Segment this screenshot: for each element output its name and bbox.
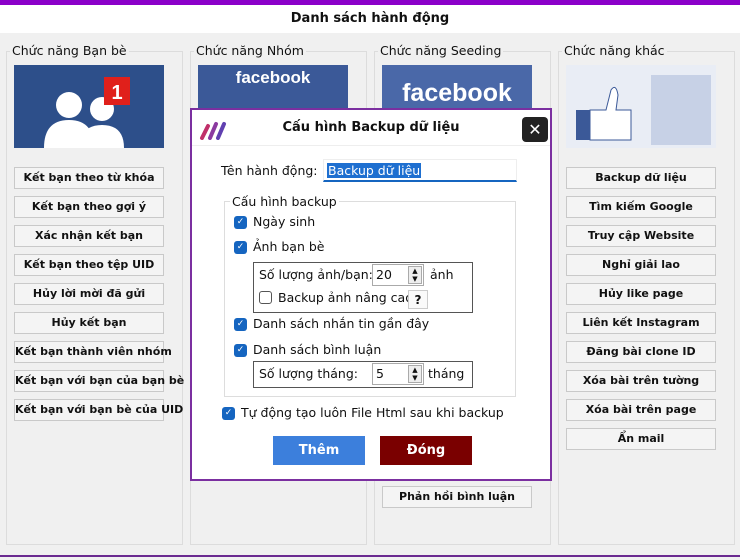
action-button[interactable]: Xóa bài trên page [566, 399, 716, 421]
action-button[interactable]: Kết bạn theo tệp UID [14, 254, 164, 276]
action-button[interactable]: Tìm kiếm Google [566, 196, 716, 218]
group-label: Cấu hình backup [230, 194, 339, 209]
auto-html-label: Tự động tạo luôn File Html sau khi backu… [241, 405, 504, 420]
action-button[interactable]: Xóa bài trên tường [566, 370, 716, 392]
photos-unit-label: ảnh [430, 267, 454, 282]
action-button[interactable]: Kết bạn theo gợi ý [14, 196, 164, 218]
photos-count-label: Số lượng ảnh/bạn: [259, 267, 373, 282]
comments-checkbox[interactable]: ✓ [234, 344, 247, 357]
facebook-logo: facebook [235, 68, 311, 87]
messages-label: Danh sách nhắn tin gần đây [253, 316, 430, 331]
auto-html-checkbox[interactable]: ✓ [222, 407, 235, 420]
comments-label: Danh sách bình luận [253, 342, 382, 357]
group-label: Chức năng khác [562, 43, 667, 58]
photos-count-stepper[interactable]: 20 ▲ ▼ [372, 264, 424, 286]
months-label: Số lượng tháng: [259, 366, 358, 381]
action-button[interactable]: Hủy like page [566, 283, 716, 305]
birthday-checkbox[interactable]: ✓ [234, 216, 247, 229]
friends-image: 1 [14, 65, 164, 148]
svg-text:1: 1 [111, 82, 122, 104]
messages-checkbox[interactable]: ✓ [234, 318, 247, 331]
action-button[interactable]: Kết bạn với bạn bè của UID [14, 399, 183, 421]
likes-image [566, 65, 716, 148]
close-dialog-button[interactable]: Đóng [380, 436, 472, 465]
group-label: Chức năng Seeding [378, 43, 504, 58]
stepper-arrows-icon[interactable]: ▲ ▼ [408, 365, 422, 383]
advanced-photos-checkbox[interactable] [259, 291, 272, 304]
action-button[interactable]: Nghỉ giải lao [566, 254, 716, 276]
backup-config-dialog: Cấu hình Backup dữ liệu ✕ Tên hành động:… [190, 108, 552, 481]
friend-photos-label: Ảnh bạn bè [253, 239, 325, 254]
thumbs-up-icon [576, 75, 711, 145]
add-button[interactable]: Thêm [273, 436, 365, 465]
action-button[interactable]: Ẩn mail [566, 428, 716, 450]
action-button[interactable]: Kết bạn theo từ khóa [14, 167, 164, 189]
action-button[interactable]: Phản hồi bình luận [382, 486, 532, 508]
help-button[interactable]: ? [408, 290, 428, 309]
action-name-label: Tên hành động: [221, 163, 318, 178]
facebook-logo: facebook [402, 79, 512, 107]
stepper-arrows-icon[interactable]: ▲ ▼ [408, 266, 422, 284]
action-button[interactable]: Hủy kết bạn [14, 312, 164, 334]
group-label: Chức năng Bạn bè [10, 43, 129, 58]
friend-request-icon: 1 [44, 77, 130, 148]
months-unit-label: tháng [428, 366, 465, 381]
advanced-photos-label: Backup ảnh nâng cao [278, 290, 413, 305]
action-name-input[interactable]: Backup dữ liệu [323, 159, 517, 182]
page-title: Danh sách hành động [0, 5, 740, 33]
action-button[interactable]: Liên kết Instagram [566, 312, 716, 334]
birthday-label: Ngày sinh [253, 214, 316, 229]
action-button[interactable]: Kết bạn với bạn của bạn bè [14, 370, 184, 392]
dialog-title: Cấu hình Backup dữ liệu [192, 110, 550, 146]
action-button[interactable]: Xác nhận kết bạn [14, 225, 164, 247]
action-button[interactable]: Kết bạn thành viên nhóm [14, 341, 172, 363]
close-button[interactable]: ✕ [522, 117, 548, 142]
months-stepper[interactable]: 5 ▲ ▼ [372, 363, 424, 385]
friend-photos-checkbox[interactable]: ✓ [234, 241, 247, 254]
action-button[interactable]: Đăng bài clone ID [566, 341, 716, 363]
group-label: Chức năng Nhóm [194, 43, 306, 58]
action-button[interactable]: Backup dữ liệu [566, 167, 716, 189]
action-button[interactable]: Truy cập Website [566, 225, 716, 247]
bottom-accent-bar [0, 555, 740, 557]
action-button[interactable]: Hủy lời mời đã gửi [14, 283, 164, 305]
app-logo-icon [200, 122, 226, 140]
